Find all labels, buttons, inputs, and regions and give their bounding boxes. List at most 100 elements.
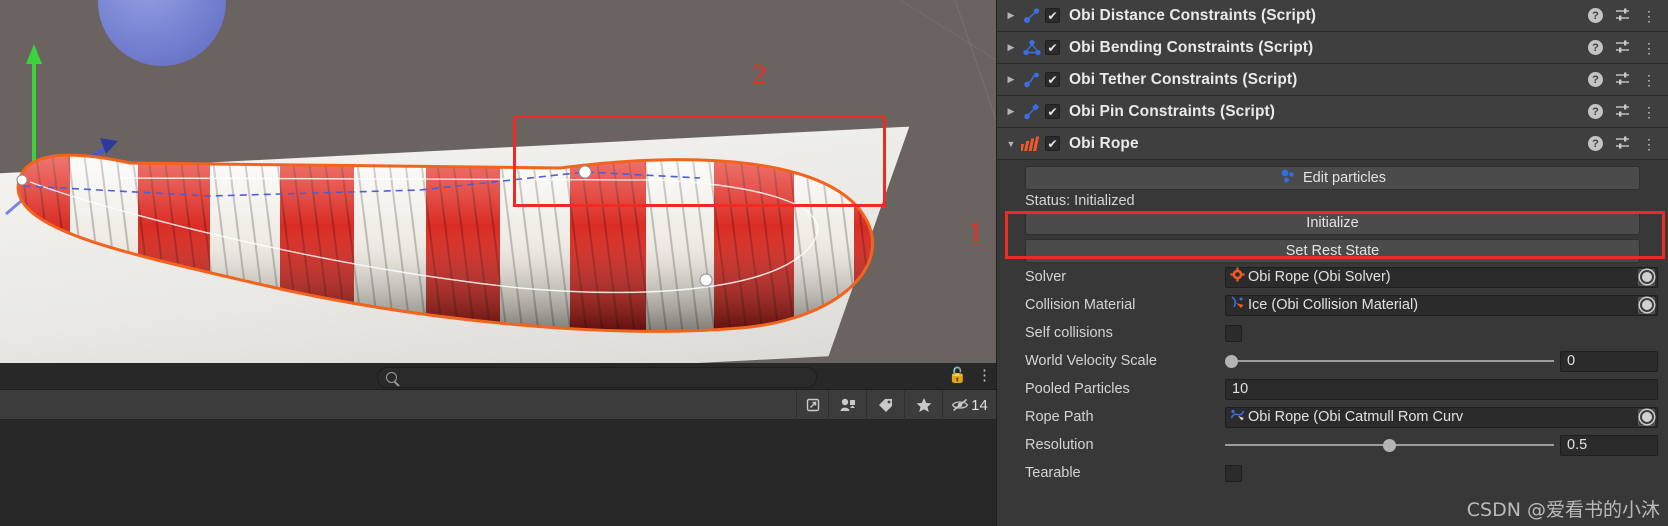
scene-toolbar-buttons: 14 xyxy=(796,390,996,420)
component-enabled-checkbox[interactable] xyxy=(1045,8,1060,23)
property-row-solver: Solver Obi Rope (Obi Solver) xyxy=(997,263,1668,291)
component-header-obi-rope[interactable]: ▼ Obi Rope ? ⋮ xyxy=(997,128,1668,160)
annotation-label-2: 2 xyxy=(752,58,767,91)
component-enabled-checkbox[interactable] xyxy=(1045,104,1060,119)
component-title: Obi Rope xyxy=(1069,134,1139,152)
slider-knob[interactable] xyxy=(1225,354,1238,368)
favorite-star-icon[interactable] xyxy=(904,390,942,420)
hidden-objects-count: 14 xyxy=(971,396,988,414)
help-icon[interactable]: ? xyxy=(1588,72,1603,87)
kebab-menu-icon[interactable]: ⋮ xyxy=(1642,73,1656,87)
component-header-obi-tether-constraints[interactable]: ▶ Obi Tether Constraints (Script) ? ⋮ xyxy=(997,64,1668,96)
help-icon[interactable]: ? xyxy=(1588,104,1603,119)
object-picker-button[interactable] xyxy=(1638,268,1655,286)
property-label: Rope Path xyxy=(1025,409,1094,425)
obi-bending-icon xyxy=(1019,39,1045,57)
property-row-world-velocity-scale: World Velocity Scale 0 xyxy=(997,347,1668,375)
inspector-panel: ▶ Obi Distance Constraints (Script) ? ⋮ … xyxy=(996,0,1668,526)
component-title: Obi Distance Constraints (Script) xyxy=(1069,6,1317,24)
status-label: Status: Initialized xyxy=(1025,193,1135,209)
property-label: Resolution xyxy=(1025,437,1094,453)
property-row-resolution: Resolution 0.5 xyxy=(997,431,1668,459)
obi-curve-icon xyxy=(1230,407,1245,427)
collision-material-value: Ice (Obi Collision Material) xyxy=(1248,297,1419,313)
object-picker-button[interactable] xyxy=(1638,296,1655,314)
collision-material-object-field[interactable]: Ice (Obi Collision Material) xyxy=(1225,294,1658,316)
kebab-menu-icon[interactable]: ⋮ xyxy=(1642,41,1656,55)
particles-icon xyxy=(1279,168,1297,188)
preset-icon[interactable] xyxy=(1615,135,1630,153)
solver-value: Obi Rope (Obi Solver) xyxy=(1248,269,1391,285)
object-picker-button[interactable] xyxy=(1638,408,1655,426)
tearable-checkbox[interactable] xyxy=(1225,464,1242,482)
property-row-collision-material: Collision Material Ice (Obi Collision Ma… xyxy=(997,291,1668,319)
component-title: Obi Tether Constraints (Script) xyxy=(1069,70,1298,88)
foldout-arrow-collapsed-icon[interactable]: ▶ xyxy=(1003,74,1019,85)
kebab-menu-icon[interactable]: ⋮ xyxy=(1642,137,1656,151)
expand-panel-icon[interactable] xyxy=(796,390,828,420)
property-row-rope-path: Rope Path Obi Rope (Obi Catmull Rom Curv xyxy=(997,403,1668,431)
kebab-menu-icon[interactable]: ⋮ xyxy=(1642,105,1656,119)
help-icon[interactable]: ? xyxy=(1588,136,1603,151)
component-header-obi-bending-constraints[interactable]: ▶ Obi Bending Constraints (Script) ? ⋮ xyxy=(997,32,1668,64)
pooled-particles-value[interactable]: 10 xyxy=(1225,378,1658,400)
tag-icon[interactable] xyxy=(866,390,904,420)
component-enabled-checkbox[interactable] xyxy=(1045,136,1060,151)
foldout-arrow-collapsed-icon[interactable]: ▶ xyxy=(1003,106,1019,117)
property-row-self-collisions: Self collisions xyxy=(997,319,1668,347)
preset-icon[interactable] xyxy=(1615,7,1630,25)
foldout-arrow-collapsed-icon[interactable]: ▶ xyxy=(1003,42,1019,53)
preset-icon[interactable] xyxy=(1615,39,1630,57)
help-icon[interactable]: ? xyxy=(1588,40,1603,55)
initialize-label: Initialize xyxy=(1306,215,1359,231)
edit-particles-button[interactable]: Edit particles xyxy=(1025,166,1640,190)
self-collisions-checkbox[interactable] xyxy=(1225,324,1242,342)
component-title: Obi Bending Constraints (Script) xyxy=(1069,38,1314,56)
panel-tab-controls[interactable]: 🔓 ⋮ xyxy=(948,365,992,387)
edit-particles-label: Edit particles xyxy=(1302,170,1386,186)
property-label: Tearable xyxy=(1025,465,1081,481)
search-icon xyxy=(386,372,397,383)
preset-icon[interactable] xyxy=(1615,71,1630,89)
foldout-arrow-expanded-icon[interactable]: ▼ xyxy=(1003,139,1019,149)
obi-rope-icon xyxy=(1019,135,1045,153)
search-input[interactable] xyxy=(377,367,817,388)
property-label: Pooled Particles xyxy=(1025,381,1130,397)
annotation-label-1: 1 xyxy=(968,216,983,249)
obi-solver-icon xyxy=(1230,267,1245,287)
foldout-arrow-collapsed-icon[interactable]: ▶ xyxy=(1003,10,1019,21)
set-rest-state-label: Set Rest State xyxy=(1285,243,1380,259)
scene-view[interactable]: 2 xyxy=(0,0,996,363)
obi-rope-mesh[interactable] xyxy=(0,0,996,363)
help-icon[interactable]: ? xyxy=(1588,8,1603,23)
component-header-obi-distance-constraints[interactable]: ▶ Obi Distance Constraints (Script) ? ⋮ xyxy=(997,0,1668,32)
property-label: Solver xyxy=(1025,269,1067,285)
component-enabled-checkbox[interactable] xyxy=(1045,40,1060,55)
initialize-button[interactable]: Initialize xyxy=(1025,211,1640,235)
obi-collision-material-icon xyxy=(1230,295,1245,315)
hidden-objects-icon[interactable]: 14 xyxy=(942,390,996,420)
solver-object-field[interactable]: Obi Rope (Obi Solver) xyxy=(1225,266,1658,288)
property-label: Self collisions xyxy=(1025,325,1113,341)
kebab-menu-icon[interactable]: ⋮ xyxy=(977,366,992,386)
component-enabled-checkbox[interactable] xyxy=(1045,72,1060,87)
set-rest-state-button[interactable]: Set Rest State xyxy=(1025,239,1640,263)
world-velocity-scale-value[interactable]: 0 xyxy=(1560,350,1658,372)
slider-rail xyxy=(1225,360,1554,362)
obi-rope-body: Edit particles Status: Initialized Initi… xyxy=(997,166,1668,487)
rope-path-object-field[interactable]: Obi Rope (Obi Catmull Rom Curv xyxy=(1225,406,1658,428)
rope-path-value: Obi Rope (Obi Catmull Rom Curv xyxy=(1248,409,1464,425)
component-header-obi-pin-constraints[interactable]: ▶ Obi Pin Constraints (Script) ? ⋮ xyxy=(997,96,1668,128)
preset-icon[interactable] xyxy=(1615,103,1630,121)
resolution-value[interactable]: 0.5 xyxy=(1560,434,1658,456)
resolution-slider[interactable] xyxy=(1225,435,1554,456)
lock-icon[interactable]: 🔓 xyxy=(948,365,967,387)
kebab-menu-icon[interactable]: ⋮ xyxy=(1642,9,1656,23)
obi-tether-icon xyxy=(1019,71,1045,89)
slider-knob[interactable] xyxy=(1382,438,1396,452)
gizmo-visibility-icon[interactable] xyxy=(828,390,866,420)
property-label: World Velocity Scale xyxy=(1025,353,1157,369)
property-row-tearable: Tearable xyxy=(997,459,1668,487)
watermark-text: CSDN @爱看书的小沐 xyxy=(1466,499,1660,521)
world-velocity-scale-slider[interactable] xyxy=(1225,351,1554,372)
